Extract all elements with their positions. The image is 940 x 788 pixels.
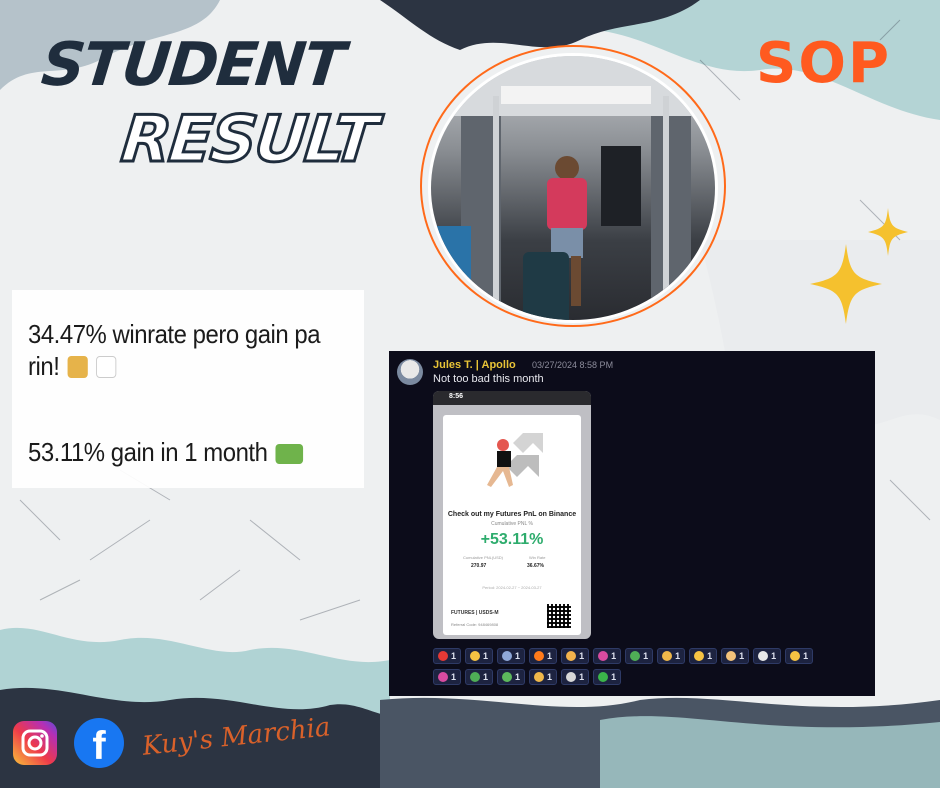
student-photo	[428, 53, 718, 323]
reaction-count: 1	[803, 651, 809, 661]
reaction-count: 1	[643, 651, 649, 661]
reactions: 1 1 1 1 1 1 1 1 1 1 1 1 1 1 1 1 1 1	[433, 648, 863, 690]
clover-icon	[470, 672, 481, 682]
trader-illustration-icon	[487, 433, 543, 487]
chat-username: Jules T. | Apollo	[433, 359, 516, 371]
reactions-row-2: 1 1 1 1 1 1	[433, 669, 863, 685]
confetti-icon	[438, 672, 448, 682]
pnl-usd-label: Cumulative PNL(USD)	[463, 555, 504, 560]
reaction-count: 1	[515, 651, 521, 661]
party-popper-icon	[598, 651, 609, 661]
pnl-card-subtitle: Cumulative PNL %	[491, 521, 533, 527]
reaction-party-popper[interactable]: 1	[593, 648, 622, 664]
reaction-count: 1	[707, 651, 713, 661]
photo-illustration	[431, 56, 715, 320]
reaction-count: 1	[611, 672, 617, 682]
reaction-count: 1	[515, 672, 521, 682]
reaction-count: 1	[483, 651, 489, 661]
reaction-money-mouth[interactable]: 1	[785, 648, 814, 664]
instagram-glyph-icon	[21, 729, 49, 757]
reaction-skater[interactable]: 1	[561, 669, 590, 685]
reaction-count: 1	[771, 651, 777, 661]
reaction-count: 1	[739, 651, 745, 661]
pnl-percent: +53.11%	[480, 531, 544, 548]
results-card: 34.47% winrate pero gain pa rin! 53.11% …	[12, 290, 364, 488]
thumbs-up-icon	[726, 651, 737, 661]
reaction-muscle[interactable]: 1	[561, 648, 590, 664]
binance-futures-label: FUTURES | USDS-M	[451, 610, 499, 616]
reaction-count: 1	[611, 651, 617, 661]
phone-status-time: 8:56	[449, 393, 464, 400]
sop-logo-text: SOP	[756, 30, 891, 96]
reaction-clover[interactable]: 1	[465, 669, 494, 685]
reaction-count: 1	[483, 672, 489, 682]
reaction-thumbs-up[interactable]: 1	[721, 648, 750, 664]
reaction-chart-up[interactable]: 1	[753, 648, 782, 664]
reaction-count: 1	[547, 672, 553, 682]
money-bag-icon	[67, 356, 88, 378]
avatar	[397, 359, 423, 385]
chart-up-icon	[95, 356, 116, 378]
skater-icon	[566, 672, 577, 682]
reaction-handshake[interactable]: 1	[657, 648, 686, 664]
pnl-usd-value: 270.97	[471, 563, 487, 569]
money-bag-face-icon	[502, 672, 513, 682]
muscle-icon	[566, 651, 577, 661]
facebook-glyph: f	[92, 724, 106, 768]
sop-logo: SOP	[756, 31, 891, 96]
reaction-confetti[interactable]: 1	[433, 669, 462, 685]
pnl-period: Period: 2024-02-27 ~ 2024-03-27	[482, 585, 542, 590]
rocket-icon	[502, 651, 513, 661]
student-photo-frame	[420, 45, 730, 327]
reaction-starstruck[interactable]: 1	[689, 648, 718, 664]
reaction-money-bag-face[interactable]: 1	[497, 669, 526, 685]
fire-icon	[534, 651, 545, 661]
chat-timestamp: 03/27/2024 8:58 PM	[532, 360, 614, 370]
heart-icon	[438, 651, 448, 661]
check-icon	[598, 672, 609, 682]
pnl-card-title: Check out my Futures PnL on Binance	[447, 511, 577, 518]
result-gain-text: 53.11% gain in 1 month	[28, 437, 268, 467]
turtle-icon	[630, 651, 641, 661]
qr-code-icon	[547, 604, 571, 628]
reaction-count: 1	[451, 672, 457, 682]
money-mouth-icon	[790, 651, 801, 661]
reaction-fire[interactable]: 1	[529, 648, 558, 664]
thinking-face-icon	[470, 651, 481, 661]
dollar-banknote-icon	[275, 444, 304, 464]
reaction-heart[interactable]: 1	[433, 648, 462, 664]
winrate-label: Win Rate	[529, 555, 546, 560]
reaction-rocket[interactable]: 1	[497, 648, 526, 664]
chat-message: Not too bad this month	[433, 373, 544, 385]
sparkle-icon	[810, 208, 908, 324]
bomb-icon	[534, 672, 545, 682]
result-gain: 53.11% gain in 1 month	[28, 436, 322, 468]
pnl-card: Check out my Futures PnL on Binance Cumu…	[443, 415, 581, 635]
referral-code: Referral Code: 948469808	[451, 622, 499, 627]
phone-screenshot: 8:56 Check out my Futures PnL on Binance…	[433, 391, 591, 639]
reaction-check[interactable]: 1	[593, 669, 622, 685]
handshake-icon	[662, 651, 673, 661]
reaction-count: 1	[451, 651, 457, 661]
reaction-bomb[interactable]: 1	[529, 669, 558, 685]
chat-screenshot: Jules T. | Apollo 03/27/2024 8:58 PM Not…	[389, 351, 875, 696]
instagram-icon[interactable]	[13, 721, 57, 765]
winrate-value: 36.67%	[527, 563, 544, 569]
facebook-icon[interactable]: f	[74, 718, 124, 768]
reaction-count: 1	[579, 651, 585, 661]
title-result: RESULT	[117, 102, 381, 179]
phone-status-bar: 8:56	[433, 391, 591, 405]
result-winrate: 34.47% winrate pero gain pa rin!	[28, 318, 322, 382]
reaction-count: 1	[579, 672, 585, 682]
starstruck-icon	[694, 651, 705, 661]
reaction-count: 1	[547, 651, 553, 661]
chart-up-icon	[758, 651, 769, 661]
title-student: STUDENT	[38, 30, 347, 100]
reactions-row-1: 1 1 1 1 1 1 1 1 1 1 1 1	[433, 648, 863, 664]
reaction-turtle[interactable]: 1	[625, 648, 654, 664]
reaction-thinking-face[interactable]: 1	[465, 648, 494, 664]
reaction-count: 1	[675, 651, 681, 661]
